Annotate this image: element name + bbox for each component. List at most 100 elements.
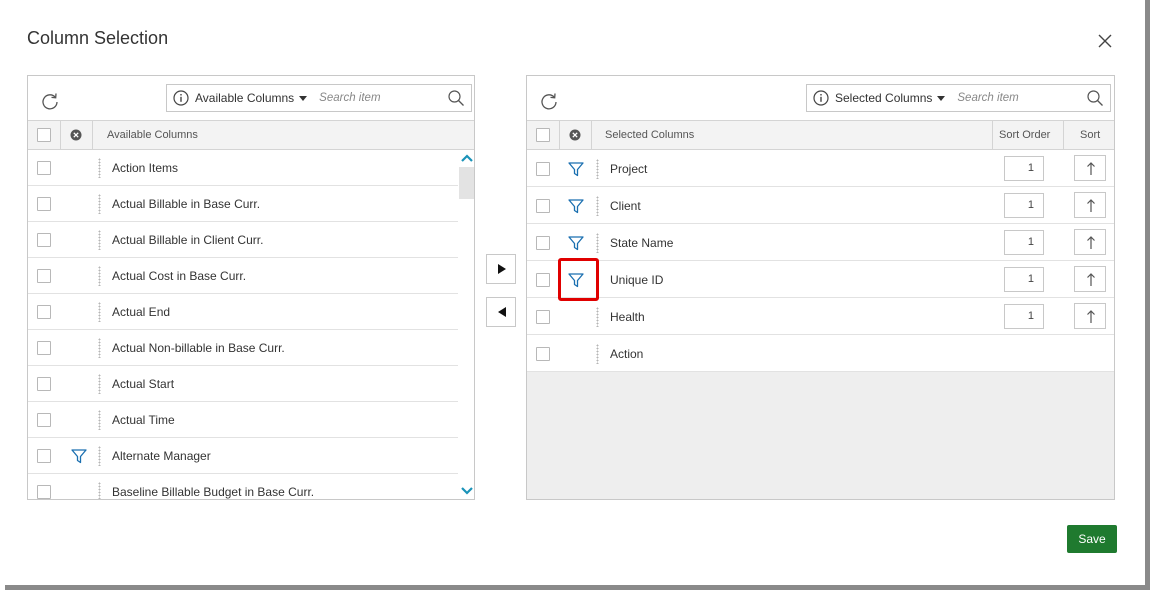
dialog-shadow-right (1145, 0, 1150, 590)
sort-direction-button[interactable] (1074, 266, 1106, 292)
select-all-checkbox[interactable] (37, 128, 51, 142)
column-label: Client (610, 199, 641, 213)
search-icon[interactable] (1086, 89, 1104, 107)
filter-icon[interactable] (567, 160, 585, 178)
row-checkbox[interactable] (536, 236, 550, 250)
drag-handle-icon[interactable] (596, 307, 599, 327)
chevron-down-icon[interactable] (460, 485, 474, 497)
list-item[interactable]: Baseline Billable Budget in Base Curr. (28, 474, 458, 499)
drag-handle-icon[interactable] (98, 374, 101, 394)
row-checkbox[interactable] (37, 161, 51, 175)
drag-handle-icon[interactable] (98, 302, 101, 322)
list-item[interactable]: Health 1 (527, 298, 1114, 335)
list-item[interactable]: Actual End (28, 294, 458, 330)
row-checkbox[interactable] (536, 273, 550, 287)
sort-ascending-icon (1087, 199, 1095, 212)
dialog-title: Column Selection (27, 28, 169, 48)
row-checkbox[interactable] (536, 347, 550, 361)
dialog-shadow-bottom (5, 585, 1150, 590)
list-item[interactable]: Actual Cost in Base Curr. (28, 258, 458, 294)
list-item[interactable]: Project 1 (527, 150, 1114, 187)
filter-icon[interactable] (567, 234, 585, 252)
drag-handle-icon[interactable] (98, 410, 101, 430)
refresh-icon[interactable] (539, 91, 559, 111)
sort-direction-button[interactable] (1074, 192, 1106, 218)
info-icon[interactable] (813, 90, 829, 106)
drag-handle-icon[interactable] (596, 233, 599, 253)
drag-handle-icon[interactable] (98, 446, 101, 466)
refresh-icon[interactable] (40, 91, 60, 111)
drag-handle-icon[interactable] (98, 194, 101, 214)
row-checkbox[interactable] (37, 485, 51, 499)
drag-handle-icon[interactable] (98, 158, 101, 178)
sort-direction-button[interactable] (1074, 229, 1106, 255)
list-item[interactable]: Action (527, 335, 1114, 372)
row-checkbox[interactable] (536, 199, 550, 213)
list-item[interactable]: Alternate Manager (28, 438, 458, 474)
info-icon[interactable] (173, 90, 189, 106)
sort-order-header: Sort Order (999, 129, 1051, 141)
list-item[interactable]: Actual Start (28, 366, 458, 402)
sort-direction-button[interactable] (1074, 303, 1106, 329)
close-icon[interactable] (1096, 32, 1114, 50)
selected-toolbar: Selected Columns Search item (527, 76, 1114, 121)
selected-dropdown-label[interactable]: Selected Columns (835, 91, 932, 105)
sort-ascending-icon (1087, 273, 1095, 286)
sort-order-input[interactable]: 1 (1004, 267, 1044, 292)
drag-handle-icon[interactable] (596, 196, 599, 216)
sort-ascending-icon (1087, 310, 1095, 323)
sort-header: Sort (1080, 129, 1101, 141)
list-item[interactable]: State Name 1 (527, 224, 1114, 261)
chevron-down-icon[interactable] (299, 95, 308, 101)
list-item[interactable]: Unique ID 1 (527, 261, 1114, 298)
row-checkbox[interactable] (536, 310, 550, 324)
sort-order-input[interactable]: 1 (1004, 193, 1044, 218)
drag-handle-icon[interactable] (98, 230, 101, 250)
move-right-button[interactable] (486, 254, 516, 284)
list-item[interactable]: Actual Billable in Base Curr. (28, 186, 458, 222)
row-checkbox[interactable] (37, 197, 51, 211)
save-button[interactable]: Save (1067, 525, 1117, 553)
sort-order-input[interactable]: 1 (1004, 156, 1044, 181)
available-header-row: Available Columns (28, 121, 474, 150)
available-scrollbar[interactable] (458, 150, 474, 499)
filter-icon[interactable] (70, 447, 88, 465)
clear-filter-icon[interactable] (569, 129, 581, 141)
list-item[interactable]: Actual Time (28, 402, 458, 438)
filter-icon[interactable] (567, 197, 585, 215)
row-checkbox[interactable] (37, 269, 51, 283)
available-dropdown-label[interactable]: Available Columns (195, 91, 294, 105)
list-item[interactable]: Actual Non-billable in Base Curr. (28, 330, 458, 366)
row-checkbox[interactable] (37, 413, 51, 427)
row-checkbox[interactable] (37, 449, 51, 463)
select-all-checkbox[interactable] (536, 128, 550, 142)
sort-order-input[interactable]: 1 (1004, 230, 1044, 255)
selected-search-input[interactable]: Search item (957, 92, 1086, 104)
row-checkbox[interactable] (37, 341, 51, 355)
row-checkbox[interactable] (536, 162, 550, 176)
row-checkbox[interactable] (37, 305, 51, 319)
drag-handle-icon[interactable] (98, 266, 101, 286)
selected-columns-list: Project 1 Client 1 State Name 1 Unique ID 1 Heal… (527, 150, 1114, 372)
drag-handle-icon[interactable] (98, 338, 101, 358)
clear-filter-icon[interactable] (70, 129, 82, 141)
available-columns-panel: Available Columns Search item Available … (27, 75, 475, 500)
sort-order-input[interactable]: 1 (1004, 304, 1044, 329)
scrollbar-thumb[interactable] (459, 167, 474, 199)
chevron-up-icon[interactable] (460, 152, 474, 164)
list-item[interactable]: Actual Billable in Client Curr. (28, 222, 458, 258)
search-icon[interactable] (447, 89, 465, 107)
header-divider (92, 121, 93, 150)
column-label: Baseline Billable Budget in Base Curr. (112, 485, 315, 499)
row-checkbox[interactable] (37, 233, 51, 247)
drag-handle-icon[interactable] (98, 482, 101, 499)
row-checkbox[interactable] (37, 377, 51, 391)
move-left-button[interactable] (486, 297, 516, 327)
list-item[interactable]: Action Items (28, 150, 458, 186)
available-search-input[interactable]: Search item (319, 92, 447, 104)
drag-handle-icon[interactable] (596, 344, 599, 364)
chevron-down-icon[interactable] (937, 95, 946, 101)
drag-handle-icon[interactable] (596, 159, 599, 179)
sort-direction-button[interactable] (1074, 155, 1106, 181)
list-item[interactable]: Client 1 (527, 187, 1114, 224)
